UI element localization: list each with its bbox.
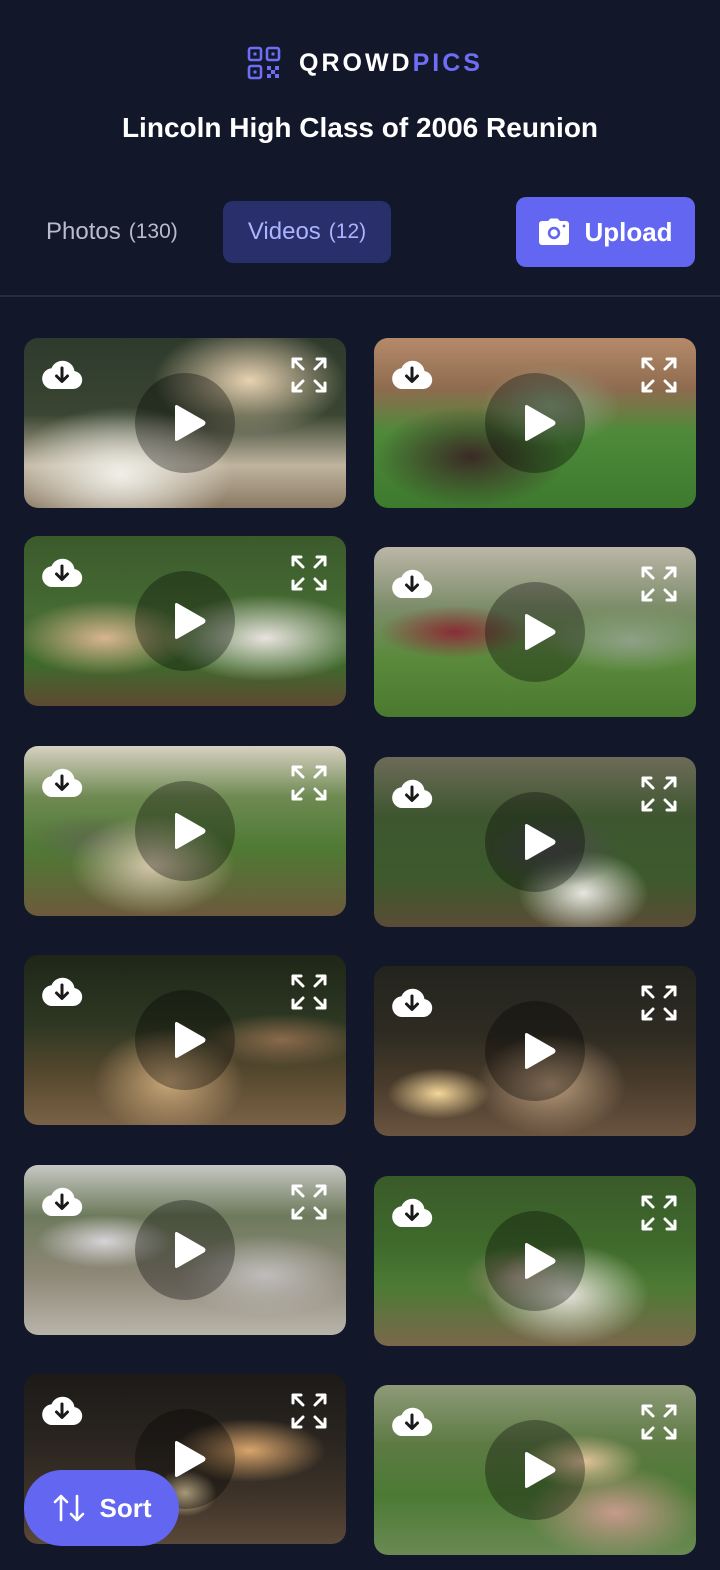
- play-icon[interactable]: [521, 404, 557, 442]
- video-thumbnail[interactable]: [24, 536, 346, 706]
- fullscreen-expand-icon[interactable]: [640, 775, 678, 813]
- play-icon[interactable]: [171, 1021, 207, 1059]
- cloud-download-icon[interactable]: [390, 1194, 434, 1230]
- brand-wordmark-part2: PICS: [412, 48, 483, 77]
- camera-icon: [539, 218, 570, 245]
- upload-button[interactable]: Upload: [516, 197, 695, 267]
- fullscreen-expand-icon[interactable]: [290, 973, 328, 1011]
- tab-videos-count: (12): [328, 220, 367, 243]
- cloud-download-icon[interactable]: [40, 356, 84, 392]
- play-icon[interactable]: [171, 602, 207, 640]
- fullscreen-expand-icon[interactable]: [640, 1403, 678, 1441]
- tab-photos-count: (130): [128, 220, 178, 243]
- fullscreen-expand-icon[interactable]: [640, 1194, 678, 1232]
- video-thumbnail[interactable]: [24, 1165, 346, 1335]
- video-thumbnail[interactable]: [24, 746, 346, 916]
- brand-logo: QROWDPICS: [247, 44, 483, 82]
- video-thumbnail[interactable]: [374, 757, 696, 927]
- cloud-download-icon[interactable]: [40, 973, 84, 1009]
- play-icon[interactable]: [521, 1242, 557, 1280]
- video-thumbnail[interactable]: [24, 955, 346, 1125]
- play-icon[interactable]: [171, 1231, 207, 1269]
- tab-photos-label: Photos: [46, 218, 121, 245]
- sort-arrows-icon: [53, 1494, 84, 1522]
- play-icon[interactable]: [521, 1451, 557, 1489]
- header-divider: [0, 295, 720, 297]
- fullscreen-expand-icon[interactable]: [290, 554, 328, 592]
- sort-button[interactable]: Sort: [24, 1470, 179, 1546]
- event-title: Lincoln High Class of 2006 Reunion: [121, 112, 599, 143]
- video-thumbnail[interactable]: [24, 338, 346, 508]
- brand-wordmark-part1: QROWD: [299, 48, 413, 77]
- app-header: QROWDPICS Lincoln High Class of 2006 Reu…: [0, 0, 720, 297]
- cloud-download-icon[interactable]: [390, 984, 434, 1020]
- cloud-download-icon[interactable]: [390, 356, 434, 392]
- play-icon[interactable]: [171, 404, 207, 442]
- cloud-download-icon[interactable]: [40, 764, 84, 800]
- cloud-download-icon[interactable]: [390, 1403, 434, 1439]
- play-icon[interactable]: [171, 812, 207, 850]
- cloud-download-icon[interactable]: [40, 1392, 84, 1428]
- fullscreen-expand-icon[interactable]: [290, 356, 328, 394]
- upload-button-label: Upload: [584, 216, 673, 247]
- video-thumbnail[interactable]: [374, 1385, 696, 1555]
- tab-videos[interactable]: Videos (12): [223, 201, 391, 263]
- tab-photos[interactable]: Photos (130): [30, 201, 194, 263]
- play-icon[interactable]: [521, 823, 557, 861]
- video-thumbnail[interactable]: [374, 1176, 696, 1346]
- brand-wordmark: QROWDPICS: [299, 49, 483, 78]
- cloud-download-icon[interactable]: [40, 554, 84, 590]
- cloud-download-icon[interactable]: [390, 565, 434, 601]
- fullscreen-expand-icon[interactable]: [290, 1183, 328, 1221]
- play-icon[interactable]: [171, 1440, 207, 1478]
- video-thumbnail[interactable]: [374, 547, 696, 717]
- fullscreen-expand-icon[interactable]: [290, 1392, 328, 1430]
- sort-button-label: Sort: [99, 1492, 152, 1523]
- fullscreen-expand-icon[interactable]: [640, 565, 678, 603]
- play-icon[interactable]: [521, 1032, 557, 1070]
- fullscreen-expand-icon[interactable]: [640, 984, 678, 1022]
- video-thumbnail[interactable]: [374, 338, 696, 508]
- cloud-download-icon[interactable]: [40, 1183, 84, 1219]
- cloud-download-icon[interactable]: [390, 775, 434, 811]
- tab-videos-label: Videos: [247, 218, 321, 245]
- video-thumbnail[interactable]: [374, 966, 696, 1136]
- play-icon[interactable]: [521, 613, 557, 651]
- fullscreen-expand-icon[interactable]: [640, 356, 678, 394]
- fullscreen-expand-icon[interactable]: [290, 764, 328, 802]
- qr-code-icon: [247, 46, 281, 80]
